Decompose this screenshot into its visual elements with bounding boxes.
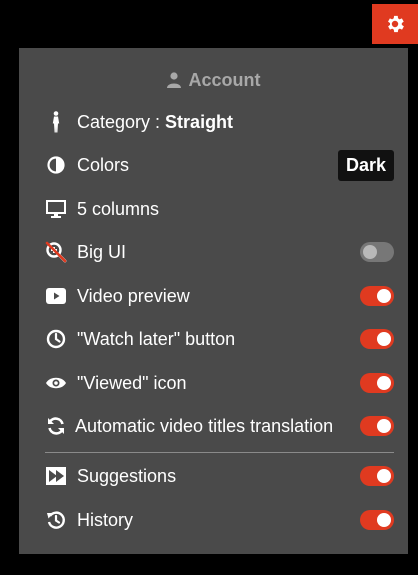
- divider: [45, 452, 394, 453]
- monitor-icon: [45, 198, 67, 220]
- menu-item-category[interactable]: Category : Straight: [19, 107, 408, 137]
- suggestions-label: Suggestions: [77, 465, 177, 486]
- clock-icon: [45, 328, 67, 350]
- history-toggle[interactable]: [360, 510, 394, 530]
- settings-button[interactable]: [372, 4, 418, 44]
- video-preview-label: Video preview: [77, 285, 190, 306]
- auto-translation-label: Automatic video titles translation: [75, 415, 334, 436]
- contrast-icon: [45, 154, 67, 176]
- menu-item-watch-later[interactable]: "Watch later" button: [19, 324, 408, 354]
- suggestions-toggle[interactable]: [360, 466, 394, 486]
- viewed-icon-label: "Viewed" icon: [77, 372, 187, 393]
- menu-item-columns[interactable]: 5 columns: [19, 194, 408, 224]
- watch-later-toggle[interactable]: [360, 329, 394, 349]
- columns-label: 5 columns: [77, 198, 160, 219]
- category-label: Category :: [77, 111, 166, 132]
- menu-item-history[interactable]: History: [19, 505, 408, 535]
- menu-item-viewed-icon[interactable]: "Viewed" icon: [19, 368, 408, 398]
- account-label: Account: [188, 69, 261, 90]
- account-header[interactable]: Account: [19, 68, 408, 92]
- history-label: History: [77, 509, 134, 530]
- watch-later-label: "Watch later" button: [77, 328, 236, 349]
- menu-item-auto-translation[interactable]: Automatic video titles translation: [19, 411, 408, 441]
- person-icon: [45, 111, 67, 133]
- history-icon: [45, 509, 67, 531]
- colors-label: Colors: [77, 154, 130, 175]
- menu-item-video-preview[interactable]: Video preview: [19, 281, 408, 311]
- sync-icon: [45, 415, 67, 437]
- big-ui-toggle[interactable]: [360, 242, 394, 262]
- menu-item-colors[interactable]: Colors Dark: [19, 150, 408, 181]
- user-icon: [166, 72, 181, 88]
- eye-icon: [45, 372, 67, 394]
- auto-translation-toggle[interactable]: [360, 416, 394, 436]
- settings-panel: Account Category : Straight Colors Dark: [19, 48, 408, 554]
- category-value: Straight: [165, 111, 234, 132]
- big-ui-label: Big UI: [77, 241, 127, 262]
- forward-icon: [45, 465, 67, 487]
- colors-value-badge[interactable]: Dark: [337, 150, 394, 181]
- zoom-off-icon: [45, 241, 67, 263]
- menu-item-big-ui[interactable]: Big UI: [19, 237, 408, 267]
- video-preview-toggle[interactable]: [360, 286, 394, 306]
- play-icon: [45, 285, 67, 307]
- menu-item-suggestions[interactable]: Suggestions: [19, 461, 408, 491]
- gear-icon: [388, 15, 404, 33]
- viewed-icon-toggle[interactable]: [360, 373, 394, 393]
